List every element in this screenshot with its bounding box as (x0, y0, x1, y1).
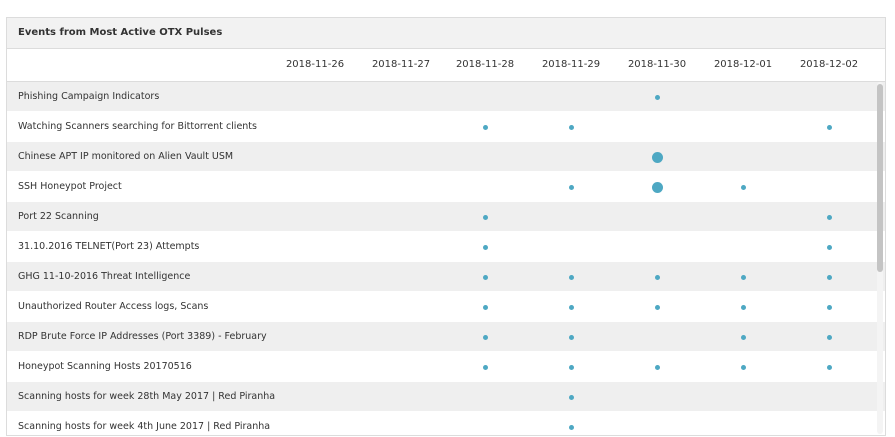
pulse-row: 31.10.2016 TELNET(Port 23) Attempts (7, 232, 885, 262)
pulse-label: SSH Honeypot Project (18, 181, 122, 192)
scrollbar-thumb[interactable] (877, 84, 883, 272)
event-dot[interactable] (482, 334, 488, 340)
event-dot[interactable] (826, 124, 832, 130)
event-dot[interactable] (651, 151, 663, 163)
event-dot[interactable] (482, 214, 488, 220)
event-dot[interactable] (651, 181, 663, 193)
date-column-label: 2018-12-01 (713, 59, 773, 70)
date-column-label: 2018-11-30 (627, 59, 687, 70)
event-dot[interactable] (740, 184, 746, 190)
event-dot[interactable] (826, 274, 832, 280)
event-dot[interactable] (482, 274, 488, 280)
event-dot[interactable] (568, 424, 574, 430)
date-column-label: 2018-12-02 (799, 59, 859, 70)
date-column-label: 2018-11-29 (541, 59, 601, 70)
pulse-row: SSH Honeypot Project (7, 172, 885, 202)
event-dot[interactable] (568, 124, 574, 130)
pulse-row: Unauthorized Router Access logs, Scans (7, 292, 885, 322)
event-dot[interactable] (826, 304, 832, 310)
event-dot[interactable] (826, 364, 832, 370)
pulse-row: Phishing Campaign Indicators (7, 82, 885, 112)
pulse-label: Watching Scanners searching for Bittorre… (18, 121, 257, 132)
pulse-label: Scanning hosts for week 28th May 2017 | … (18, 391, 276, 402)
panel-title: Events from Most Active OTX Pulses (7, 18, 885, 49)
pulse-label: GHG 11-10-2016 Threat Intelligence (18, 271, 191, 282)
pulse-rows: Phishing Campaign Indicators Watching Sca… (7, 82, 885, 435)
pulse-row: Chinese APT IP monitored on Alien Vault … (7, 142, 885, 172)
event-dot[interactable] (568, 334, 574, 340)
event-dot[interactable] (568, 184, 574, 190)
event-dot[interactable] (826, 334, 832, 340)
date-column-label: 2018-11-28 (455, 59, 515, 70)
event-dot[interactable] (482, 304, 488, 310)
event-dot[interactable] (568, 304, 574, 310)
event-dot[interactable] (826, 244, 832, 250)
event-dot[interactable] (740, 304, 746, 310)
date-column-header: 2018-11-26 2018-11-27 2018-11-28 2018-11-29… (7, 49, 885, 82)
event-dot[interactable] (654, 304, 660, 310)
pulse-label: Honeypot Scanning Hosts 20170516 (18, 361, 192, 372)
event-dot[interactable] (482, 364, 488, 370)
otx-pulses-panel: Events from Most Active OTX Pulses 2018-… (6, 17, 886, 436)
pulse-label: Scanning hosts for week 4th June 2017 | … (18, 421, 271, 432)
event-dot[interactable] (740, 334, 746, 340)
pulse-row: GHG 11-10-2016 Threat Intelligence (7, 262, 885, 292)
event-dot[interactable] (740, 364, 746, 370)
event-dot[interactable] (482, 244, 488, 250)
pulse-row: Port 22 Scanning (7, 202, 885, 232)
date-column-label: 2018-11-26 (285, 59, 345, 70)
event-dot[interactable] (740, 274, 746, 280)
event-dot[interactable] (654, 274, 660, 280)
pulse-row: Watching Scanners searching for Bittorre… (7, 112, 885, 142)
pulse-label: Unauthorized Router Access logs, Scans (18, 301, 209, 312)
event-dot[interactable] (826, 214, 832, 220)
pulse-row: Honeypot Scanning Hosts 20170516 (7, 352, 885, 382)
date-column-label: 2018-11-27 (371, 59, 431, 70)
pulse-label: RDP Brute Force IP Addresses (Port 3389)… (18, 331, 267, 342)
event-dot[interactable] (568, 364, 574, 370)
event-dot[interactable] (654, 364, 660, 370)
pulse-row: Scanning hosts for week 4th June 2017 | … (7, 412, 885, 435)
pulse-label: Chinese APT IP monitored on Alien Vault … (18, 151, 234, 162)
event-dot[interactable] (568, 394, 574, 400)
pulse-label: Phishing Campaign Indicators (18, 91, 160, 102)
event-dot[interactable] (568, 274, 574, 280)
pulse-row: RDP Brute Force IP Addresses (Port 3389)… (7, 322, 885, 352)
event-dot[interactable] (654, 94, 660, 100)
pulse-row: Scanning hosts for week 28th May 2017 | … (7, 382, 885, 412)
pulse-label: 31.10.2016 TELNET(Port 23) Attempts (18, 241, 200, 252)
event-dot[interactable] (482, 124, 488, 130)
vertical-scrollbar[interactable] (877, 82, 883, 434)
pulse-label: Port 22 Scanning (18, 211, 99, 222)
